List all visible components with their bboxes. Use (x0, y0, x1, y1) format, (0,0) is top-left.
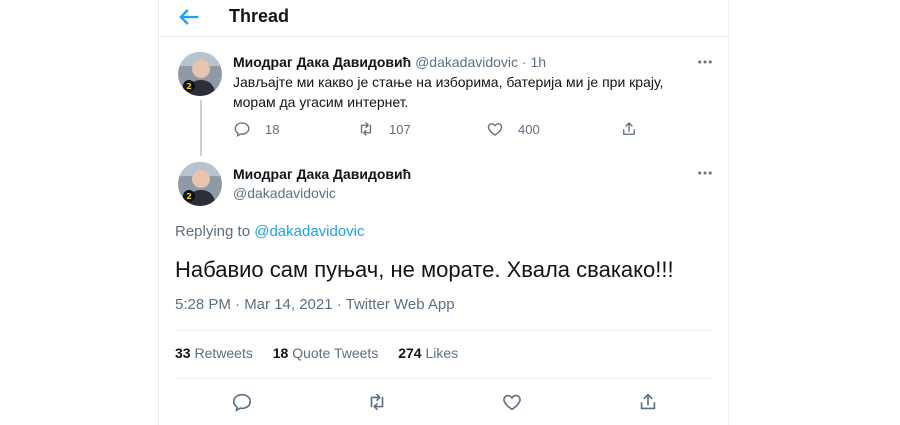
divider (175, 378, 712, 379)
dot-separator: · (521, 54, 527, 70)
author-handle[interactable]: @dakadavidovic (415, 54, 518, 70)
author-name-text: Миодраг Дака Давидовић (233, 166, 412, 182)
avatar[interactable]: 2 (178, 162, 222, 206)
back-arrow-icon[interactable] (175, 3, 203, 31)
tweet-timestamp[interactable]: 5:28 PM · Mar 14, 2021 · Twitter Web App (175, 296, 455, 313)
retweets-stat-link[interactable]: 33 Retweets (175, 345, 257, 361)
reply-button[interactable]: 18 (233, 120, 279, 138)
like-count: 400 (518, 121, 540, 137)
author-name[interactable]: Миодраг Дака Давидовић (233, 54, 411, 70)
share-icon (623, 122, 635, 135)
reply-count: 18 (265, 121, 280, 137)
parent-tweet-header: Миодраг Дака Давидовић @dakadavidovic · … (233, 54, 546, 70)
heart-icon (487, 123, 503, 136)
retweet-icon (360, 122, 372, 136)
quote-tweets-count: 18 (272, 345, 289, 361)
replying-to-handle-link[interactable]: @dakadavidovic (254, 223, 364, 240)
quote-tweets-label: Quote Tweets (292, 345, 379, 361)
retweet-icon[interactable] (366, 391, 388, 413)
author-handle[interactable]: @dakadavidovic (233, 185, 336, 201)
svg-text:2: 2 (186, 82, 192, 91)
share-button[interactable] (620, 120, 638, 138)
retweets-count: 33 (175, 345, 191, 361)
reply-icon[interactable] (231, 391, 253, 413)
main-tweet-text: Набавио сам пуњач, не морате. Хвала свак… (175, 257, 674, 282)
retweets-label: Retweets (194, 345, 253, 361)
tweet-stats: 33 Retweets 18 Quote Tweets 274 Likes (175, 345, 474, 361)
reply-icon (234, 122, 250, 138)
thread-connector-line (200, 100, 202, 156)
retweet-button[interactable]: 107 (357, 120, 411, 138)
avatar-image: 2 (178, 52, 222, 96)
page-title: Thread (229, 6, 290, 26)
divider (175, 330, 712, 331)
more-options-icon[interactable] (696, 164, 714, 182)
tweet-text-line: морам да угасим интернет. (233, 94, 409, 110)
likes-label: Likes (425, 345, 459, 361)
replying-to: Replying to @dakadavidovic (175, 223, 365, 240)
heart-icon[interactable] (501, 391, 523, 413)
tweet-time[interactable]: 1h (530, 54, 546, 70)
share-icon[interactable] (637, 391, 659, 413)
likes-stat-link[interactable]: 274 Likes (398, 345, 458, 361)
avatar-image: 2 (178, 162, 222, 206)
more-options-icon[interactable] (696, 53, 714, 71)
tweet-text-line: Јављајте ми какво је стање на изборима, … (233, 74, 664, 90)
likes-count: 274 (398, 345, 422, 361)
parent-tweet-text: Јављајте ми какво је стање на изборима, … (233, 72, 663, 112)
replying-to-label: Replying to (175, 223, 251, 240)
avatar[interactable]: 2 (178, 52, 222, 96)
like-button[interactable]: 400 (486, 120, 540, 138)
thread-header: Thread (159, 0, 728, 37)
quote-tweets-stat-link[interactable]: 18 Quote Tweets (273, 345, 383, 361)
thread-column: Thread 2 Миодраг Дака Давидовић @dakadav… (158, 0, 729, 425)
author-name[interactable]: Миодраг Дака Давидовић (233, 166, 411, 182)
retweet-count: 107 (389, 121, 411, 137)
svg-text:2: 2 (186, 192, 192, 201)
